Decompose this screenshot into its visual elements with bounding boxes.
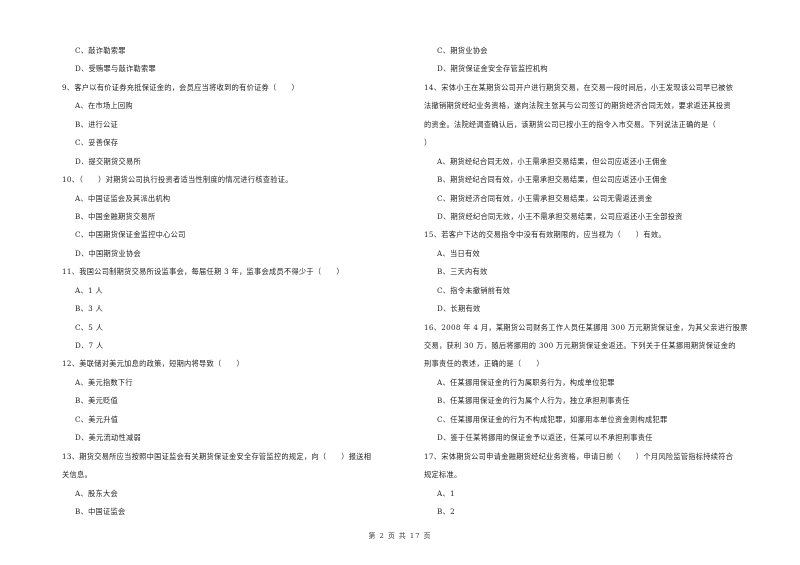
answer-option: A、1 人 [75, 285, 103, 295]
answer-option: A、在市场上回购 [75, 101, 133, 111]
answer-option: C、指令未撤销前有效 [437, 285, 511, 295]
question-text: 14、宋体小王在某期货公司开户进行期货交易，在交易一段时间后，小王发现该公司早已… [424, 82, 734, 92]
question-text: 刑事责任的表述，正确的是（ ） [424, 359, 544, 369]
question-text: 12、美联储对美元加息的政策，短期内将导致（ ） [62, 359, 244, 369]
answer-option: D、受贿罪与敲诈勒索罪 [75, 64, 156, 74]
answer-option: A、美元指数下行 [75, 377, 133, 387]
question-text: 关信息。 [62, 470, 92, 480]
question-text: 交易，获利 30 万，随后将挪用的 300 万元期货保证金返还。下列关于任某挪用… [424, 341, 736, 350]
document-page: C、敲诈勒索罪 D、受贿罪与敲诈勒索罪 9、客户以有价证券充抵保证金的，会员应当将收… [0, 0, 800, 565]
answer-option: A、期货经纪合同无效，小王需承担交易结果，但公司应返还小王佣金 [437, 156, 668, 166]
right-column: C、期货业协会 D、期货保证金安全存管监控机构 14、宋体小王在某期货公司开户进行期… [424, 42, 754, 521]
answer-option: C、期货业协会 [437, 46, 488, 55]
question-text: 13、期货交易所应当按照中国证监会有关期货保证金安全存管监控的规定，向（ ）报送… [62, 451, 372, 461]
question-text: 17、宋体期货公司申请金融期货经纪业务资格，申请日前（ ）个月风险监管指标持续符… [424, 451, 734, 461]
answer-option: C、敲诈勒索罪 [75, 46, 126, 55]
answer-option: D、中国期货业协会 [75, 248, 141, 258]
answer-option: D、期货经纪合同无效，小王不需承担交易结果，公司应返还小王全部投资 [437, 211, 683, 221]
answer-option: C、妥善保存 [75, 138, 119, 148]
answer-option: B、美元贬值 [75, 396, 119, 406]
question-text: 法撤销期货经纪业务资格，遂向法院主张其与公司签订的期货经济合同无效，要求返还其投… [424, 101, 731, 111]
answer-option: D、鉴于任某将挪用的保证金予以返还，任某可以不承担刑事责任 [437, 433, 653, 443]
answer-option: B、中国证监会 [75, 506, 126, 516]
answer-option: B、期货经纪合同有效，小王需承担交易结果，但公司应返还小王佣金 [437, 175, 668, 185]
question-text: 16、2008 年 4 月，某期货公司财务工作人员任某挪用 300 万元期货保证… [424, 322, 748, 332]
answer-option: A、任某挪用保证金的行为属职务行为，构成单位犯罪 [437, 377, 615, 387]
answer-option: C、美元升值 [75, 414, 119, 424]
question-text: 11、我国公司制期货交易所设监事会，每届任期 3 年，监事会成员不得少于（ ） [62, 267, 344, 277]
answer-option: B、中国金融期货交易所 [75, 211, 156, 221]
answer-option: D、提交期货交易所 [75, 156, 141, 166]
answer-option: A、股东大会 [75, 488, 118, 498]
answer-option: B、2 [437, 506, 455, 516]
answer-option: A、1 [437, 488, 455, 498]
question-text: 的资金。法院经调查确认后，该期货公司已按小王的指令入市交易。下列说法正确的是（ [424, 119, 717, 129]
answer-option: D、长期有效 [437, 304, 481, 314]
page-number: 第 2 页 共 17 页 [368, 532, 432, 540]
answer-option: B、任某挪用保证金的行为属个人行为，独立承担刑事责任 [437, 396, 630, 406]
question-text: ） [424, 138, 432, 148]
question-text: 规定标准。 [424, 470, 462, 480]
answer-option: D、期货保证金安全存管监控机构 [437, 64, 548, 74]
question-text: 9、客户以有价证券充抵保证金的，会员应当将收到的有价证券（ ） [62, 82, 299, 92]
left-column: C、敲诈勒索罪 D、受贿罪与敲诈勒索罪 9、客户以有价证券充抵保证金的，会员应当将收… [62, 42, 397, 521]
answer-option: C、5 人 [75, 322, 104, 332]
answer-option: B、3 人 [75, 304, 104, 314]
question-text: 15、若客户下达的交易指令中没有有效期限的，应当视为（ ）有效。 [424, 230, 666, 240]
answer-option: B、三天内有效 [437, 267, 488, 277]
answer-option: A、当日有效 [437, 248, 480, 258]
answer-option: C、期货经济合同有效，小王需承担交易结果，公司无需返还资金 [437, 193, 653, 203]
answer-option: C、中国期货保证金监控中心公司 [75, 230, 186, 240]
answer-option: C、任某挪用保证金的行为不构成犯罪，如挪用本单位资金则构成犯罪 [437, 414, 668, 424]
question-text: 10、（ ）对期货公司执行投资者适当性制度的情况进行核查验证。 [62, 175, 293, 185]
answer-option: B、进行公证 [75, 119, 119, 129]
answer-option: D、7 人 [75, 341, 104, 350]
answer-option: D、美元流动性减弱 [75, 433, 141, 443]
answer-option: A、中国证监会及其派出机构 [75, 193, 171, 203]
